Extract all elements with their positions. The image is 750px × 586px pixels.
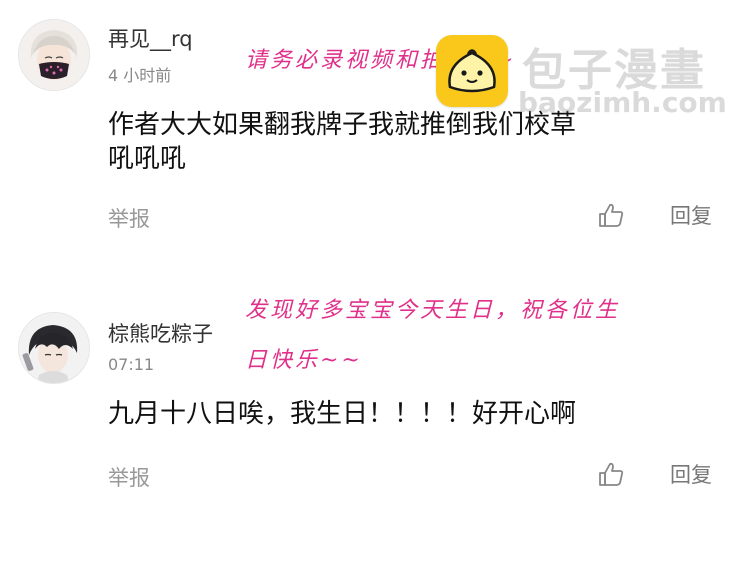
reply-button[interactable]: 回复 xyxy=(670,459,712,489)
handwritten-note: 发现好多宝宝今天生日，祝各位生 xyxy=(245,298,621,323)
comment-time: 07:11 xyxy=(108,355,155,374)
handwritten-note: 日快乐~~ xyxy=(245,348,363,373)
baozi-logo-icon xyxy=(436,35,508,107)
username[interactable]: 再见__rq xyxy=(108,23,193,53)
comment-body-line: 九月十八日唉，我生日！！！！好开心啊 xyxy=(108,399,577,429)
user-avatar[interactable] xyxy=(18,312,90,384)
comment-body: 九月十八日唉，我生日！！！！好开心啊 xyxy=(108,397,668,431)
report-button[interactable]: 举报 xyxy=(108,462,150,492)
comment-body-line: 吼吼吼 xyxy=(108,144,187,174)
report-button[interactable]: 举报 xyxy=(108,203,150,233)
comment-actions: 回复 xyxy=(597,459,712,489)
user-avatar[interactable] xyxy=(18,19,90,91)
username[interactable]: 棕熊吃粽子 xyxy=(108,318,213,348)
thumbs-up-icon[interactable] xyxy=(597,460,625,488)
comment-actions: 回复 xyxy=(597,200,712,230)
watermark-domain: baozimh.com xyxy=(518,86,727,119)
avatar-mask-boy-icon xyxy=(19,20,89,90)
comment-time: 4 小时前 xyxy=(108,66,172,85)
thumbs-up-icon[interactable] xyxy=(597,201,625,229)
reply-button[interactable]: 回复 xyxy=(670,200,712,230)
avatar-dark-hair-boy-icon xyxy=(19,313,89,383)
